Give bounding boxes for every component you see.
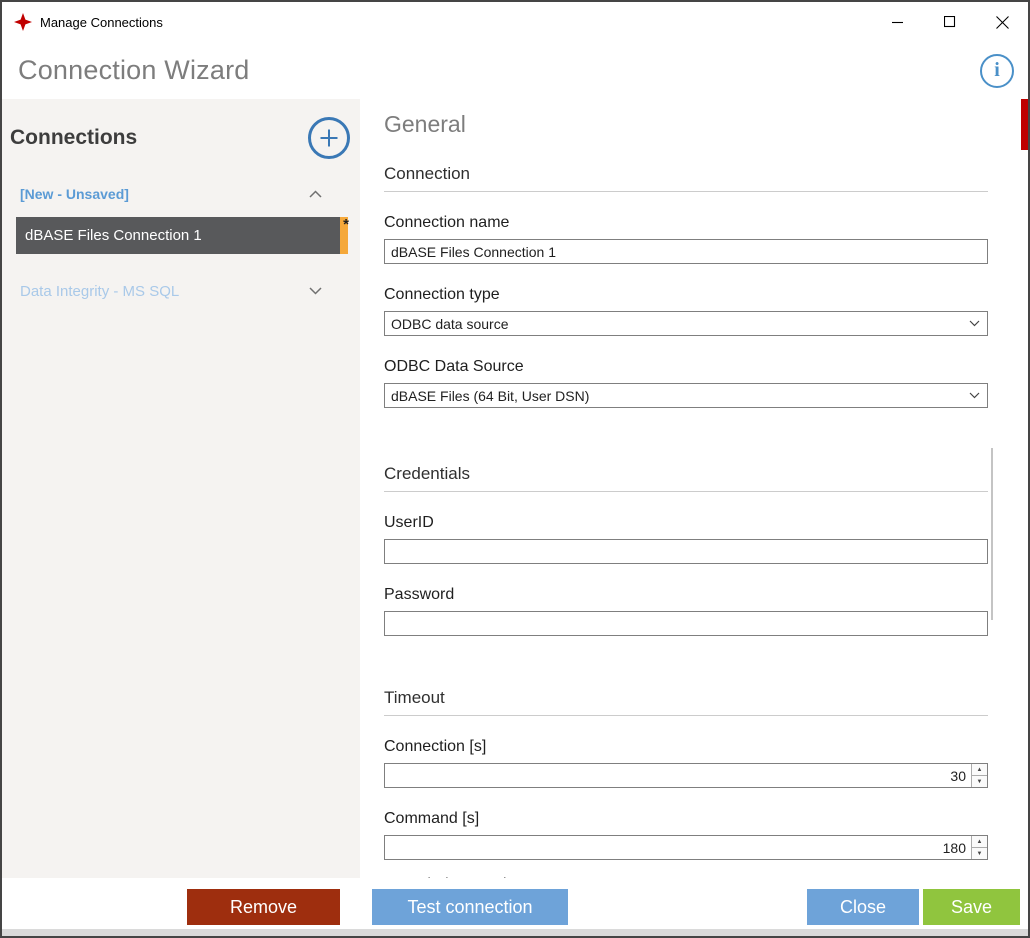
command-timeout-label: Command [s] [384, 810, 988, 828]
general-title: General [384, 111, 988, 138]
odbc-source-label: ODBC Data Source [384, 358, 988, 376]
connection-type-value: ODBC data source [385, 316, 965, 332]
manage-connections-window: Manage Connections Connection Wizard i C… [0, 0, 1030, 938]
odbc-source-value: dBASE Files (64 Bit, User DSN) [385, 388, 965, 404]
window-title: Manage Connections [40, 15, 163, 30]
content-area: Connections [New - Unsaved] d [2, 99, 1028, 936]
red-accent-bar [1021, 99, 1028, 150]
minimize-icon[interactable] [872, 2, 924, 42]
userid-input[interactable] [384, 539, 988, 564]
connection-list-item-selected[interactable]: dBASE Files Connection 1 * [16, 217, 340, 254]
scrollbar[interactable] [991, 448, 993, 620]
window-bottom-edge [2, 929, 1028, 936]
connection-name-label: Connection name [384, 214, 988, 232]
add-connection-icon[interactable] [308, 117, 350, 159]
connection-item-label: dBASE Files Connection 1 [16, 227, 340, 244]
modified-marker: * [343, 216, 349, 233]
general-form: General Connection Connection name Conne… [360, 99, 1028, 878]
info-icon[interactable]: i [980, 54, 1014, 88]
password-label: Password [384, 586, 988, 604]
connections-header: Connections [2, 99, 360, 159]
page-title: Connection Wizard [18, 55, 250, 86]
app-icon [14, 13, 32, 31]
group-label: Data Integrity - MS SQL [20, 283, 309, 300]
select-chevron-icon [965, 392, 987, 399]
group-label: [New - Unsaved] [20, 186, 309, 202]
test-connection-button[interactable]: Test connection [372, 889, 568, 925]
command-timeout-input[interactable] [385, 836, 971, 859]
connections-title: Connections [10, 126, 308, 150]
chevron-down-icon [309, 287, 322, 295]
spinner-up-icon[interactable]: ▲ [972, 836, 987, 848]
remove-button[interactable]: Remove [187, 889, 340, 925]
password-input[interactable] [384, 611, 988, 636]
userid-label: UserID [384, 514, 988, 532]
connection-timeout-input[interactable] [385, 764, 971, 787]
select-chevron-icon [965, 320, 987, 327]
sidebar-footer: Remove [2, 878, 360, 936]
connections-list-panel: Connections [New - Unsaved] d [2, 99, 360, 878]
spinner-down-icon[interactable]: ▼ [972, 848, 987, 859]
spinner: ▲ ▼ [971, 836, 987, 859]
save-button[interactable]: Save [923, 889, 1020, 925]
command-timeout-stepper: ▲ ▼ [384, 835, 988, 860]
connection-timeout-label: Connection [s] [384, 738, 988, 756]
section-credentials: Credentials [384, 464, 988, 492]
group-header-data-integrity[interactable]: Data Integrity - MS SQL [2, 276, 360, 306]
maximize-icon[interactable] [924, 2, 976, 42]
connection-name-input[interactable] [384, 239, 988, 264]
spinner-up-icon[interactable]: ▲ [972, 764, 987, 776]
general-panel: General Connection Connection name Conne… [360, 99, 1028, 936]
main-footer: Test connection Close Save [360, 878, 1028, 936]
close-icon[interactable] [976, 2, 1028, 42]
spinner-down-icon[interactable]: ▼ [972, 776, 987, 787]
connection-type-label: Connection type [384, 286, 988, 304]
titlebar[interactable]: Manage Connections [2, 2, 1028, 42]
connection-timeout-stepper: ▲ ▼ [384, 763, 988, 788]
connections-sidebar: Connections [New - Unsaved] d [2, 99, 360, 936]
close-button[interactable]: Close [807, 889, 919, 925]
section-connection: Connection [384, 164, 988, 192]
section-timeout: Timeout [384, 688, 988, 716]
connection-type-select[interactable]: ODBC data source [384, 311, 988, 336]
group-header-new-unsaved[interactable]: [New - Unsaved] [2, 179, 360, 209]
odbc-source-select[interactable]: dBASE Files (64 Bit, User DSN) [384, 383, 988, 408]
chevron-up-icon [309, 190, 322, 198]
wizard-header: Connection Wizard i [2, 42, 1028, 99]
spinner: ▲ ▼ [971, 764, 987, 787]
